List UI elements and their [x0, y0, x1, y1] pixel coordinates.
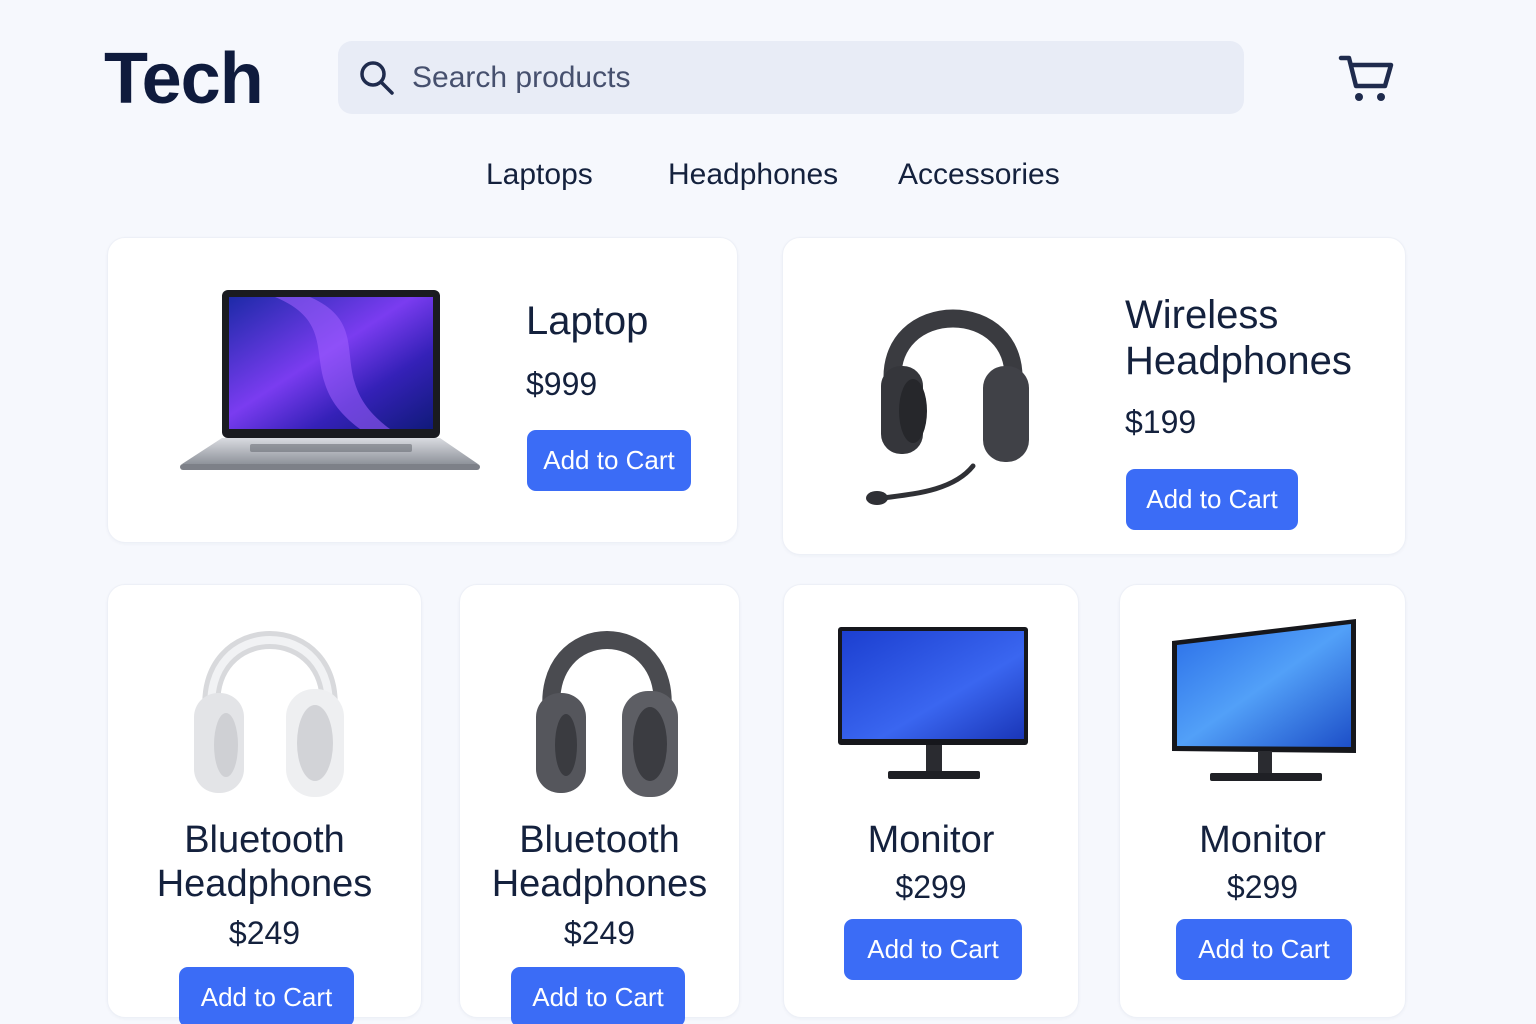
product-card-monitor: Monitor $299 Add to Cart: [783, 584, 1079, 1018]
cart-icon[interactable]: [1338, 50, 1396, 106]
add-to-cart-button[interactable]: Add to Cart: [179, 967, 354, 1024]
add-to-cart-button[interactable]: Add to Cart: [527, 430, 691, 491]
add-to-cart-button[interactable]: Add to Cart: [1176, 919, 1352, 980]
nav-item-headphones[interactable]: Headphones: [668, 158, 838, 192]
nav-item-laptops[interactable]: Laptops: [486, 158, 593, 192]
monitor-image: [838, 627, 1028, 779]
laptop-image: [180, 290, 480, 470]
product-card-monitor-2: Monitor $299 Add to Cart: [1119, 584, 1406, 1018]
search-bar[interactable]: [338, 41, 1244, 114]
search-input[interactable]: [412, 60, 1212, 95]
product-price: $999: [526, 366, 598, 402]
headset-image: [866, 309, 1029, 505]
search-icon: [360, 60, 394, 95]
product-price: $299: [1226, 869, 1299, 905]
product-price: $249: [228, 915, 301, 951]
product-price: $249: [563, 915, 636, 951]
storefront-page: Tech Laptops Headphones Accessories: [0, 0, 1536, 1024]
product-name: Wireless Headphones: [1125, 293, 1352, 383]
product-name: Laptop: [526, 299, 649, 343]
product-card-bluetooth-headphones-white: Bluetooth Headphones $249 Add to Cart: [107, 584, 422, 1024]
product-name: Monitor: [1199, 819, 1326, 861]
white-headphones-image: [194, 631, 344, 797]
product-price: $199: [1125, 404, 1197, 440]
dark-headphones-image: [536, 631, 678, 797]
product-card-wireless-headphones: Wireless Headphones $199 Add to Cart: [782, 237, 1406, 555]
add-to-cart-button[interactable]: Add to Cart: [844, 919, 1022, 980]
add-to-cart-button[interactable]: Add to Cart: [1126, 469, 1298, 530]
add-to-cart-button[interactable]: Add to Cart: [511, 967, 685, 1024]
nav-item-accessories[interactable]: Accessories: [898, 158, 1060, 192]
site-logo[interactable]: Tech: [104, 38, 264, 120]
product-name: Bluetooth Headphones: [491, 819, 708, 905]
product-card-bluetooth-headphones-dark: Bluetooth Headphones $249 Add to Cart: [459, 584, 740, 1024]
product-price: $299: [895, 869, 967, 905]
product-name: Bluetooth Headphones: [156, 819, 373, 905]
product-name: Monitor: [867, 819, 995, 861]
monitor-image: [1172, 619, 1356, 781]
product-card-laptop: Laptop $999 Add to Cart: [107, 237, 738, 543]
